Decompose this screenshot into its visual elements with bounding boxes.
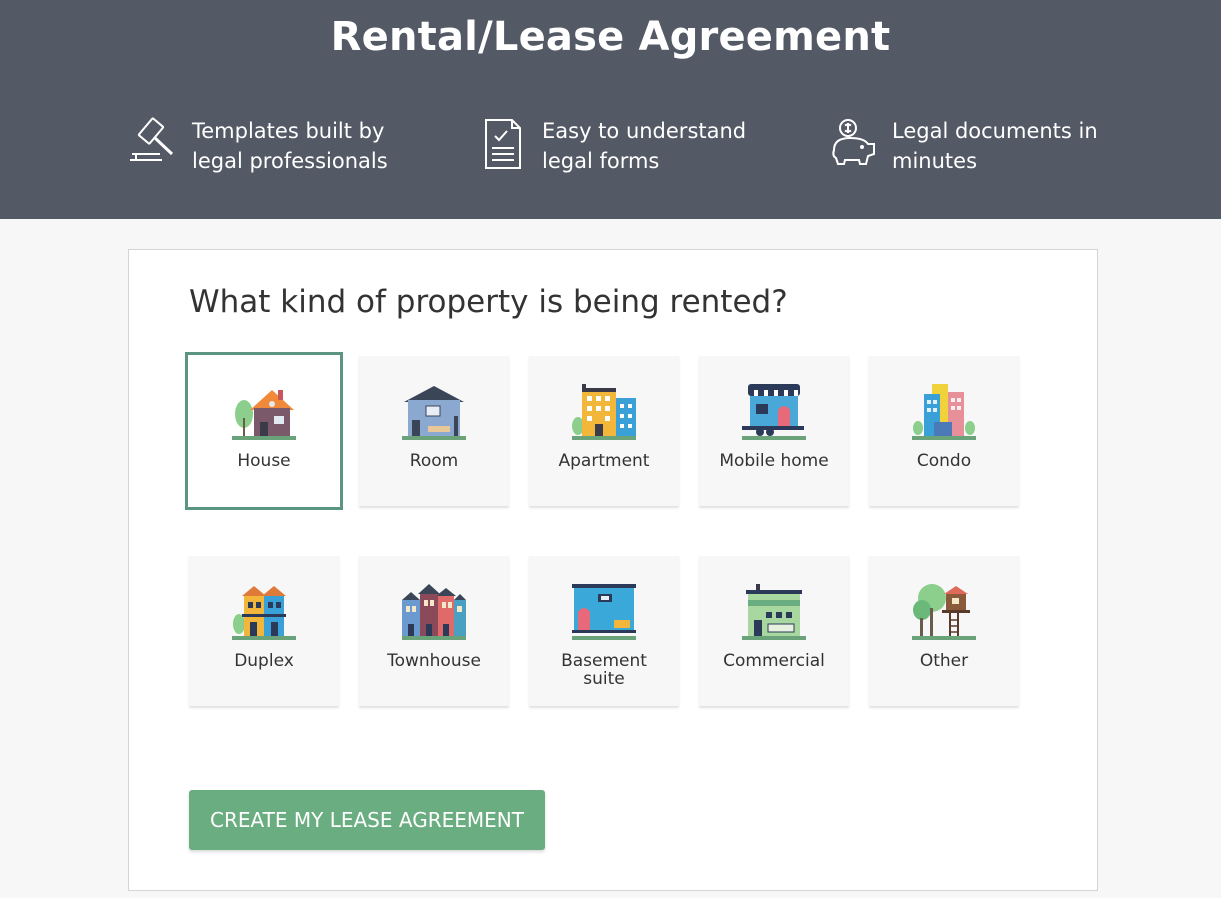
property-option-label: Commercial (723, 651, 825, 671)
treehouse-icon (912, 584, 976, 640)
property-option-other[interactable]: Other (869, 556, 1019, 706)
property-option-label: Condo (916, 451, 972, 471)
property-type-card: What kind of property is being rented? H… (128, 249, 1098, 891)
feature-line: minutes (892, 149, 978, 173)
property-option-apartment[interactable]: Apartment (529, 356, 679, 506)
condo-icon (912, 384, 976, 440)
house-icon (232, 390, 296, 440)
feature-line: Legal documents in (892, 119, 1098, 143)
duplex-icon (232, 586, 296, 640)
commercial-icon (742, 584, 806, 640)
property-option-label: Mobile home (719, 451, 829, 471)
property-option-basement-suite[interactable]: Basement suite (529, 556, 679, 706)
property-option-mobile-home[interactable]: Mobile home (699, 356, 849, 506)
room-icon (402, 386, 466, 440)
document-checklist-icon (485, 119, 521, 169)
property-option-label: Townhouse (387, 651, 481, 671)
property-option-label: Basement suite (561, 651, 647, 689)
basement-suite-icon (572, 584, 636, 640)
property-option-label: Apartment (558, 451, 650, 471)
apartment-icon (572, 384, 636, 440)
feature-line: legal forms (542, 149, 660, 173)
property-option-label: House (237, 451, 291, 471)
piggy-bank-icon (832, 119, 875, 165)
townhouse-icon (402, 584, 466, 640)
property-option-label: Room (409, 451, 459, 471)
feature-line: Templates built by (192, 119, 385, 143)
property-option-condo[interactable]: Condo (869, 356, 1019, 506)
property-option-label: Other (919, 651, 969, 671)
property-option-room[interactable]: Room (359, 356, 509, 506)
property-option-label: Duplex (234, 651, 294, 671)
feature-line: Easy to understand (542, 119, 747, 143)
property-question: What kind of property is being rented? (189, 284, 788, 320)
gavel-icon (130, 117, 174, 161)
page-title: Rental/Lease Agreement (330, 14, 891, 60)
create-lease-agreement-button[interactable]: CREATE MY LEASE AGREEMENT (189, 790, 545, 850)
hero-banner: Rental/Lease Agreement Templates built b… (0, 0, 1221, 219)
property-option-duplex[interactable]: Duplex (189, 556, 339, 706)
property-option-commercial[interactable]: Commercial (699, 556, 849, 706)
property-option-house[interactable]: House (185, 352, 343, 510)
mobile-home-icon (742, 384, 806, 440)
property-option-townhouse[interactable]: Townhouse (359, 556, 509, 706)
feature-line: legal professionals (192, 149, 388, 173)
